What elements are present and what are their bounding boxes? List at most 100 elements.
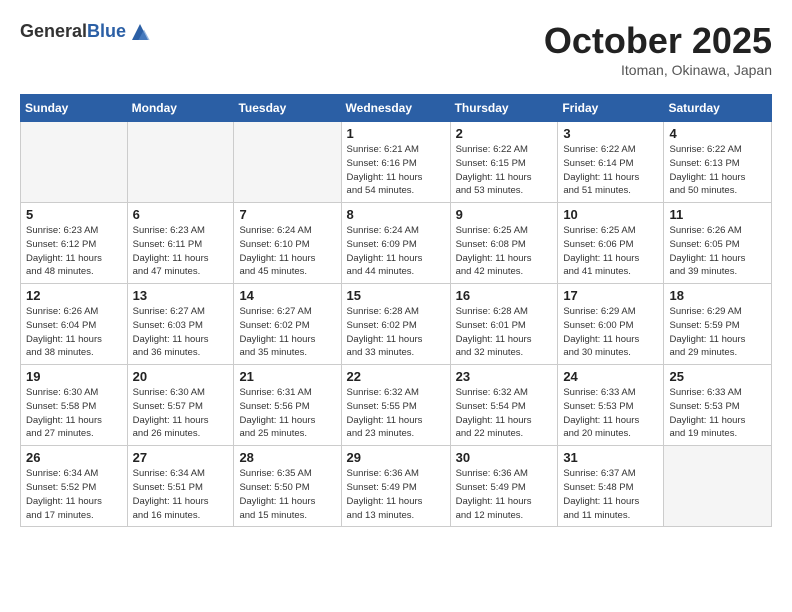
day-info: Sunrise: 6:33 AM Sunset: 5:53 PM Dayligh… [669,386,766,441]
day-info: Sunrise: 6:27 AM Sunset: 6:02 PM Dayligh… [239,305,335,360]
calendar-day-cell: 30 Sunrise: 6:36 AM Sunset: 5:49 PM Dayli… [450,446,558,527]
month-title: October 2025 [544,20,772,62]
weekday-header-monday: Monday [127,95,234,122]
day-number: 11 [669,207,766,222]
day-number: 27 [133,450,229,465]
weekday-header-wednesday: Wednesday [341,95,450,122]
day-number: 10 [563,207,658,222]
calendar-day-cell [21,122,128,203]
calendar-day-cell: 19 Sunrise: 6:30 AM Sunset: 5:58 PM Dayli… [21,365,128,446]
day-info: Sunrise: 6:21 AM Sunset: 6:16 PM Dayligh… [347,143,445,198]
calendar-day-cell: 31 Sunrise: 6:37 AM Sunset: 5:48 PM Dayli… [558,446,664,527]
day-info: Sunrise: 6:26 AM Sunset: 6:04 PM Dayligh… [26,305,122,360]
calendar-day-cell: 14 Sunrise: 6:27 AM Sunset: 6:02 PM Dayli… [234,284,341,365]
title-block: October 2025 Itoman, Okinawa, Japan [544,20,772,78]
calendar-day-cell [664,446,772,527]
day-info: Sunrise: 6:37 AM Sunset: 5:48 PM Dayligh… [563,467,658,522]
day-number: 6 [133,207,229,222]
day-info: Sunrise: 6:25 AM Sunset: 6:06 PM Dayligh… [563,224,658,279]
day-info: Sunrise: 6:34 AM Sunset: 5:51 PM Dayligh… [133,467,229,522]
calendar-day-cell: 3 Sunrise: 6:22 AM Sunset: 6:14 PM Daylig… [558,122,664,203]
day-number: 14 [239,288,335,303]
day-info: Sunrise: 6:32 AM Sunset: 5:55 PM Dayligh… [347,386,445,441]
day-info: Sunrise: 6:27 AM Sunset: 6:03 PM Dayligh… [133,305,229,360]
day-info: Sunrise: 6:36 AM Sunset: 5:49 PM Dayligh… [347,467,445,522]
calendar-day-cell: 7Sunrise: 6:24 AM Sunset: 6:10 PM Daylig… [234,203,341,284]
calendar-day-cell: 2 Sunrise: 6:22 AM Sunset: 6:15 PM Daylig… [450,122,558,203]
calendar-day-cell: 17Sunrise: 6:29 AM Sunset: 6:00 PM Dayli… [558,284,664,365]
calendar-table: SundayMondayTuesdayWednesdayThursdayFrid… [20,94,772,527]
day-number: 19 [26,369,122,384]
day-number: 24 [563,369,658,384]
day-info: Sunrise: 6:22 AM Sunset: 6:15 PM Dayligh… [456,143,553,198]
day-info: Sunrise: 6:29 AM Sunset: 6:00 PM Dayligh… [563,305,658,360]
calendar-day-cell: 13 Sunrise: 6:27 AM Sunset: 6:03 PM Dayli… [127,284,234,365]
day-info: Sunrise: 6:22 AM Sunset: 6:14 PM Dayligh… [563,143,658,198]
day-info: Sunrise: 6:35 AM Sunset: 5:50 PM Dayligh… [239,467,335,522]
calendar-day-cell: 8 Sunrise: 6:24 AM Sunset: 6:09 PM Daylig… [341,203,450,284]
calendar-week-row: 1 Sunrise: 6:21 AM Sunset: 6:16 PM Daylig… [21,122,772,203]
day-number: 30 [456,450,553,465]
day-info: Sunrise: 6:28 AM Sunset: 6:01 PM Dayligh… [456,305,553,360]
calendar-day-cell: 12Sunrise: 6:26 AM Sunset: 6:04 PM Dayli… [21,284,128,365]
location: Itoman, Okinawa, Japan [544,62,772,78]
calendar-day-cell: 28Sunrise: 6:35 AM Sunset: 5:50 PM Dayli… [234,446,341,527]
day-info: Sunrise: 6:36 AM Sunset: 5:49 PM Dayligh… [456,467,553,522]
calendar-day-cell [234,122,341,203]
day-number: 21 [239,369,335,384]
day-info: Sunrise: 6:29 AM Sunset: 5:59 PM Dayligh… [669,305,766,360]
logo: GeneralBlue [20,20,152,44]
day-number: 20 [133,369,229,384]
day-number: 4 [669,126,766,141]
calendar-day-cell: 9 Sunrise: 6:25 AM Sunset: 6:08 PM Daylig… [450,203,558,284]
calendar-day-cell: 27 Sunrise: 6:34 AM Sunset: 5:51 PM Dayli… [127,446,234,527]
calendar-day-cell: 29 Sunrise: 6:36 AM Sunset: 5:49 PM Dayli… [341,446,450,527]
calendar-week-row: 19 Sunrise: 6:30 AM Sunset: 5:58 PM Dayli… [21,365,772,446]
weekday-header-tuesday: Tuesday [234,95,341,122]
day-info: Sunrise: 6:31 AM Sunset: 5:56 PM Dayligh… [239,386,335,441]
calendar-day-cell: 1 Sunrise: 6:21 AM Sunset: 6:16 PM Daylig… [341,122,450,203]
calendar-week-row: 12Sunrise: 6:26 AM Sunset: 6:04 PM Dayli… [21,284,772,365]
day-info: Sunrise: 6:23 AM Sunset: 6:12 PM Dayligh… [26,224,122,279]
day-number: 22 [347,369,445,384]
day-number: 3 [563,126,658,141]
day-info: Sunrise: 6:28 AM Sunset: 6:02 PM Dayligh… [347,305,445,360]
day-number: 25 [669,369,766,384]
day-info: Sunrise: 6:24 AM Sunset: 6:09 PM Dayligh… [347,224,445,279]
calendar-day-cell: 16 Sunrise: 6:28 AM Sunset: 6:01 PM Dayli… [450,284,558,365]
weekday-header-saturday: Saturday [664,95,772,122]
day-info: Sunrise: 6:30 AM Sunset: 5:57 PM Dayligh… [133,386,229,441]
day-info: Sunrise: 6:34 AM Sunset: 5:52 PM Dayligh… [26,467,122,522]
day-info: Sunrise: 6:30 AM Sunset: 5:58 PM Dayligh… [26,386,122,441]
calendar-day-cell: 15 Sunrise: 6:28 AM Sunset: 6:02 PM Dayli… [341,284,450,365]
day-number: 15 [347,288,445,303]
day-number: 13 [133,288,229,303]
calendar-day-cell: 21 Sunrise: 6:31 AM Sunset: 5:56 PM Dayli… [234,365,341,446]
day-number: 29 [347,450,445,465]
calendar-day-cell: 26 Sunrise: 6:34 AM Sunset: 5:52 PM Dayli… [21,446,128,527]
day-number: 31 [563,450,658,465]
calendar-day-cell: 25 Sunrise: 6:33 AM Sunset: 5:53 PM Dayli… [664,365,772,446]
calendar-day-cell: 23Sunrise: 6:32 AM Sunset: 5:54 PM Dayli… [450,365,558,446]
day-info: Sunrise: 6:22 AM Sunset: 6:13 PM Dayligh… [669,143,766,198]
day-number: 23 [456,369,553,384]
calendar-day-cell [127,122,234,203]
day-info: Sunrise: 6:33 AM Sunset: 5:53 PM Dayligh… [563,386,658,441]
day-info: Sunrise: 6:23 AM Sunset: 6:11 PM Dayligh… [133,224,229,279]
day-number: 1 [347,126,445,141]
weekday-header-thursday: Thursday [450,95,558,122]
calendar-day-cell: 24 Sunrise: 6:33 AM Sunset: 5:53 PM Dayli… [558,365,664,446]
day-number: 26 [26,450,122,465]
calendar-day-cell: 22 Sunrise: 6:32 AM Sunset: 5:55 PM Dayli… [341,365,450,446]
day-info: Sunrise: 6:25 AM Sunset: 6:08 PM Dayligh… [456,224,553,279]
day-number: 7 [239,207,335,222]
calendar-day-cell: 20 Sunrise: 6:30 AM Sunset: 5:57 PM Dayli… [127,365,234,446]
day-number: 16 [456,288,553,303]
calendar-header-row: SundayMondayTuesdayWednesdayThursdayFrid… [21,95,772,122]
day-number: 8 [347,207,445,222]
calendar-week-row: 5Sunrise: 6:23 AM Sunset: 6:12 PM Daylig… [21,203,772,284]
day-number: 9 [456,207,553,222]
day-number: 2 [456,126,553,141]
calendar-day-cell: 18Sunrise: 6:29 AM Sunset: 5:59 PM Dayli… [664,284,772,365]
weekday-header-friday: Friday [558,95,664,122]
